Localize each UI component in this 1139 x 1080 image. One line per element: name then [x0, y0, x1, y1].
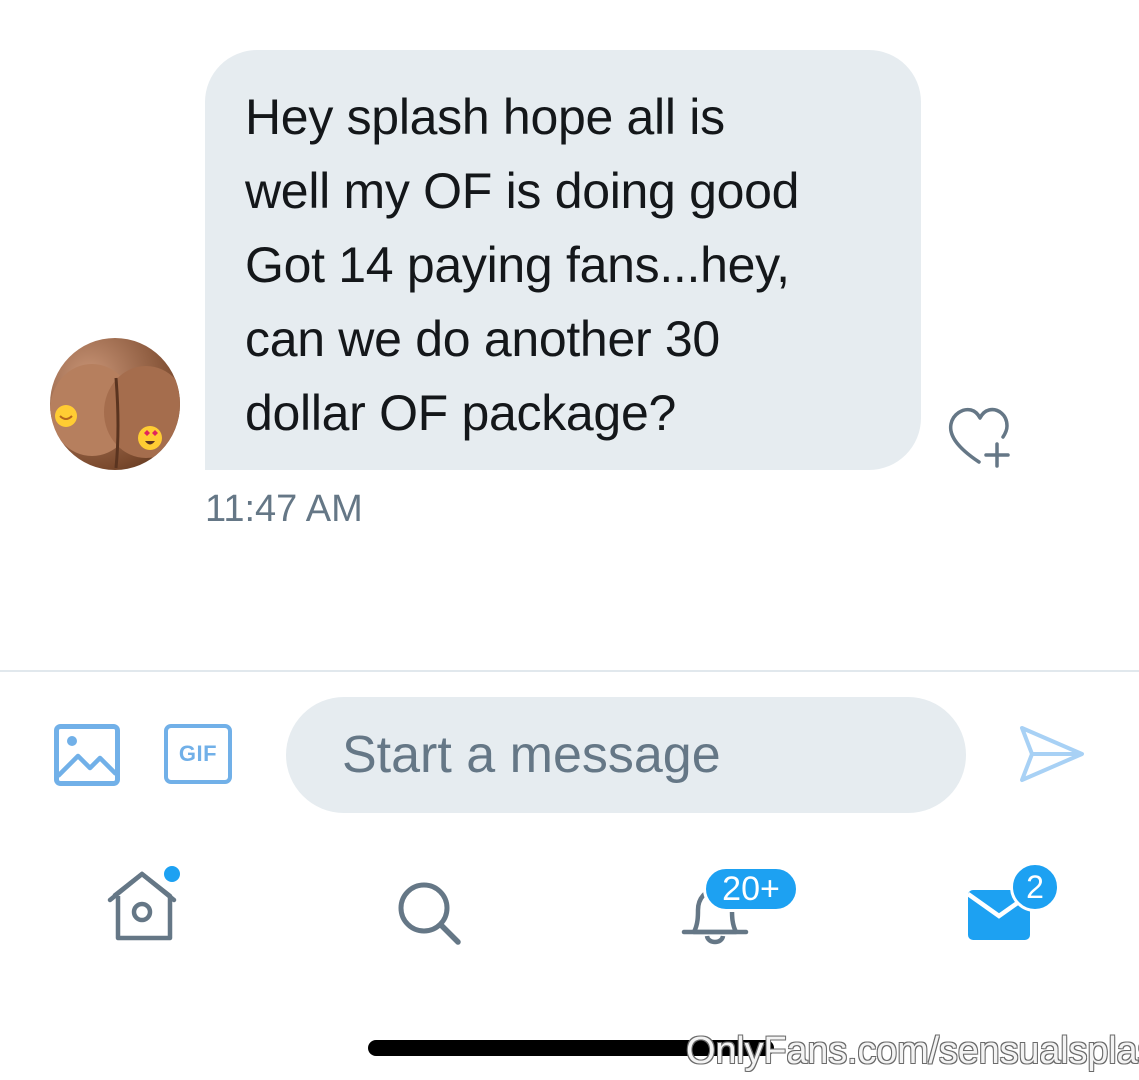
gif-button[interactable]: GIF — [164, 724, 232, 784]
message-composer[interactable] — [286, 697, 966, 813]
heart-plus-icon — [948, 407, 1010, 468]
message-text: Hey splash hope all is well my OF is doi… — [245, 89, 800, 441]
add-photo-button[interactable] — [54, 724, 120, 786]
received-message-bubble[interactable]: Hey splash hope all is well my OF is doi… — [205, 50, 921, 470]
home-new-indicator — [164, 866, 180, 882]
sender-avatar[interactable] — [50, 338, 180, 470]
messages-badge: 2 — [1010, 862, 1060, 912]
message-timestamp: 11:47 AM — [205, 488, 363, 530]
image-icon — [54, 724, 120, 786]
send-button[interactable] — [1016, 722, 1088, 786]
notifications-badge: 20+ — [703, 866, 799, 912]
search-icon — [398, 882, 461, 945]
add-reaction-button[interactable] — [945, 404, 1017, 470]
avatar-image — [50, 364, 180, 469]
watermark-text: OnlyFans.com/sensualsplash — [686, 1030, 1139, 1072]
smile-emoji-icon — [55, 405, 77, 427]
home-icon — [107, 866, 180, 941]
send-icon — [1020, 726, 1084, 782]
nav-search-button[interactable] — [396, 880, 462, 946]
message-input[interactable] — [340, 724, 966, 786]
heart-eyes-emoji-icon — [138, 426, 162, 450]
composer-divider — [0, 670, 1139, 672]
nav-home-button[interactable] — [106, 862, 184, 946]
